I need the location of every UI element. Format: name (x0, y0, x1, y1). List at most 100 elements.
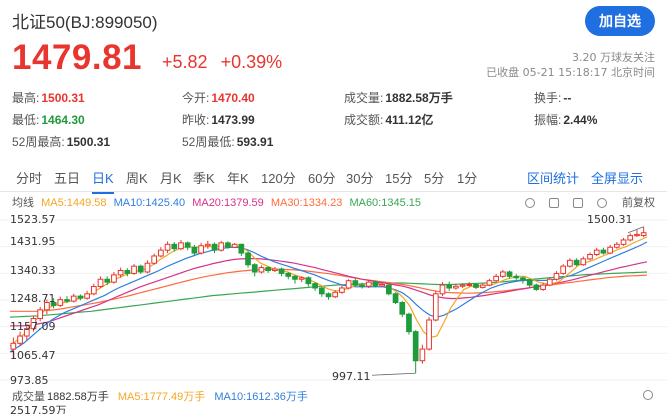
candle-up (158, 249, 164, 257)
volume-ma5: MA5:1777.49万手 (117, 391, 206, 403)
candle-up (97, 278, 104, 288)
y-label-7: 973.85 (10, 374, 49, 387)
candle-up (567, 259, 573, 267)
volume-settings-icon[interactable] (643, 390, 653, 400)
period-tabs: 分时 五日 日K 周K 月K 季K 年K 120分 60分 30分 15分 5分… (0, 162, 667, 194)
candle-down (278, 268, 285, 274)
candle-up (493, 275, 499, 282)
candle-up (379, 283, 385, 287)
candle-down (305, 277, 312, 285)
tab-fenshi[interactable]: 分时 (16, 168, 42, 187)
settings-icon[interactable] (596, 198, 607, 209)
candle-down (412, 331, 419, 362)
add-watchlist-button[interactable]: 加自选 (585, 6, 655, 36)
tab-week-k[interactable]: 周K (126, 168, 148, 187)
tab-1min[interactable]: 1分 (457, 168, 477, 187)
candle-up (499, 271, 506, 277)
candle-down (573, 259, 580, 266)
candle-up (218, 242, 225, 251)
volume-ma10: MA10:1612.36万手 (214, 391, 308, 403)
candle-down (446, 284, 453, 289)
ma10-legend: MA10:1425.40 (113, 197, 186, 209)
candle-up (459, 284, 466, 287)
candle-up (627, 235, 634, 241)
compare-icon[interactable] (548, 198, 559, 209)
candle-up (57, 299, 64, 306)
tab-day-k[interactable]: 日K (92, 168, 114, 194)
tab-quarter-k[interactable]: 季K (193, 168, 215, 187)
y-label-5: 1157.09 (10, 320, 56, 333)
candle-up (117, 270, 124, 276)
candle-up (131, 265, 137, 274)
candle-up (546, 278, 553, 286)
candle-up (540, 284, 546, 290)
tab-5min[interactable]: 5分 (424, 168, 444, 187)
candle-up (580, 258, 587, 266)
tab-15min[interactable]: 15分 (385, 168, 412, 187)
stat-52w-low: 52周最低: 593.91 (182, 135, 274, 149)
fullscreen-link[interactable]: 全屏显示 (591, 168, 643, 187)
candle-up (479, 284, 486, 288)
candle-down (171, 243, 178, 250)
market-status: 已收盘 05-21 15:18:17 北京时间 (486, 66, 655, 79)
stat-open-value: 1470.40 (211, 91, 255, 105)
candle-up (332, 291, 339, 298)
draw-icon[interactable] (524, 198, 535, 209)
change-value: +5.82 (162, 52, 208, 72)
candle-up (560, 265, 567, 274)
candle-up (466, 283, 473, 286)
candle-up (432, 293, 439, 321)
candle-up (84, 293, 90, 299)
candle-up (144, 262, 151, 273)
stat-prev-close-value: 1473.99 (211, 113, 255, 127)
y-label-2: 1431.95 (10, 235, 56, 248)
low-marker-line (371, 372, 416, 376)
candle-up (486, 280, 493, 286)
candle-down (473, 283, 479, 288)
stat-turnover: 换手: -- (534, 91, 572, 105)
range-stats-link[interactable]: 区间统计 (527, 168, 579, 187)
price-change: +5.82 +0.39% (162, 52, 282, 73)
tab-30min[interactable]: 30分 (346, 168, 373, 187)
candle-down (318, 287, 325, 295)
tab-year-k[interactable]: 年K (227, 168, 249, 187)
tab-month-k[interactable]: 月K (160, 168, 182, 187)
tab-60min[interactable]: 60分 (308, 168, 335, 187)
tab-five-day[interactable]: 五日 (54, 168, 80, 187)
candle-up (553, 272, 560, 280)
candle-up (198, 245, 204, 254)
header: 北证50(BJ:899050) 加自选 (12, 6, 655, 36)
candle-down (359, 284, 365, 287)
stat-volume-value: 1882.58万手 (385, 91, 453, 105)
candle-up (613, 243, 620, 248)
candle-down (285, 272, 292, 277)
chart-tools: 前复权 (514, 194, 655, 210)
stat-52w-high: 52周最高: 1500.31 (12, 135, 111, 149)
indicator-icon[interactable] (572, 198, 583, 209)
tab-120min[interactable]: 120分 (261, 168, 296, 187)
candle-up (90, 286, 97, 295)
ma-legend-prefix[interactable]: 均线 (12, 197, 34, 209)
stat-open: 今开: 1470.40 (182, 91, 255, 105)
candle-down (265, 267, 271, 272)
ma30-legend: MA30:1334.23 (270, 197, 343, 209)
candle-up (439, 284, 446, 295)
candle-up (365, 281, 372, 287)
restore-right-toggle[interactable]: 前复权 (622, 197, 655, 209)
candle-up (339, 287, 345, 293)
candle-down (399, 302, 406, 315)
candle-up (607, 246, 613, 254)
stat-high: 最高: 1500.31 (12, 91, 85, 105)
candle-down (225, 242, 231, 248)
quote-meta: 3.20 万球友关注 已收盘 05-21 15:18:17 北京时间 (486, 50, 655, 80)
kline-svg (0, 219, 667, 381)
candle-down (406, 313, 412, 333)
candle-up (345, 280, 352, 289)
candle-up (453, 285, 459, 289)
ma20-legend: MA20:1379.59 (192, 197, 264, 209)
candle-up (37, 309, 44, 320)
candle-up (231, 243, 238, 248)
stat-high-value: 1500.31 (41, 91, 85, 105)
y-label-3: 1340.33 (10, 264, 56, 277)
kline-chart[interactable] (0, 212, 667, 388)
